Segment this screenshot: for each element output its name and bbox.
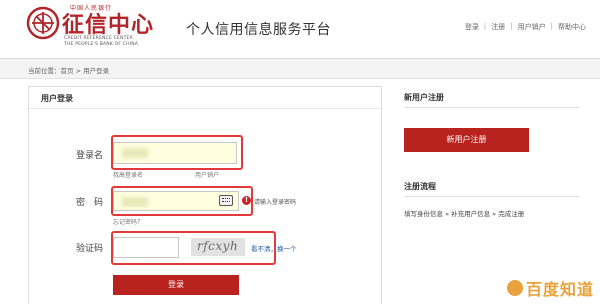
top-link-login[interactable]: 登录 — [465, 22, 479, 32]
watermark-text: 百度知道 — [525, 280, 594, 299]
logo-main-text: 征信中心 — [62, 12, 155, 38]
top-nav-links: 登录 | 注册 | 用户销户 | 帮助中心 — [465, 22, 586, 32]
highlight-box-captcha — [111, 231, 276, 265]
username-hint-cancel[interactable]: 用户销户 — [195, 170, 219, 179]
password-label: 密 码 — [75, 198, 103, 208]
password-warning: 请输入登录密码 — [254, 199, 297, 206]
platform-title: 个人信用信息服务平台 — [186, 22, 331, 38]
baidu-zhidao-watermark: 百度知道 — [506, 276, 594, 300]
login-panel: 用户登录 登录名 我高登录名 用户销户 密 码 ! 请输入登录密码 忘记密码？ … — [28, 86, 382, 304]
link-separator: | — [510, 22, 513, 30]
flow-section-divider — [404, 196, 580, 197]
forgot-password-link[interactable]: 忘记密码？ — [113, 217, 143, 226]
new-user-register-button[interactable]: 新用户注册 — [404, 128, 529, 152]
highlight-box-password — [111, 186, 253, 216]
flow-section-title: 注册流程 — [404, 182, 436, 191]
registration-steps: 填写身份信息 » 补充用户信息 » 完成注册 — [404, 210, 525, 218]
logo-english-line1: CREDIT REFERENCE CENTER — [64, 36, 133, 41]
link-separator: | — [483, 22, 487, 30]
credit-center-emblem-icon — [26, 6, 60, 40]
top-link-cancel-account[interactable]: 用户销户 — [518, 22, 546, 32]
captcha-label: 验证码 — [75, 244, 103, 254]
breadcrumb-bar: 当前位置：首页 > 用户登录 — [0, 59, 600, 79]
paw-icon — [506, 280, 523, 296]
top-link-register[interactable]: 注册 — [491, 22, 505, 32]
login-panel-title: 用户登录 — [41, 94, 73, 103]
breadcrumb: 当前位置：首页 > 用户登录 — [28, 67, 110, 75]
username-hint: 我高登录名 — [113, 172, 144, 179]
login-panel-divider — [29, 108, 381, 109]
register-section-title: 新用户注册 — [404, 93, 444, 102]
login-button[interactable]: 登录 — [113, 275, 239, 295]
link-separator: | — [550, 22, 553, 30]
logo-english-line2: THE PEOPLE'S BANK OF CHINA — [64, 42, 139, 47]
username-label: 登录名 — [75, 151, 103, 161]
site-header: 中国人民银行 征信中心 CREDIT REFERENCE CENTER THE … — [0, 0, 600, 56]
highlight-box-username — [111, 135, 243, 170]
top-link-help-center[interactable]: 帮助中心 — [558, 22, 586, 32]
register-section-divider — [404, 107, 580, 108]
